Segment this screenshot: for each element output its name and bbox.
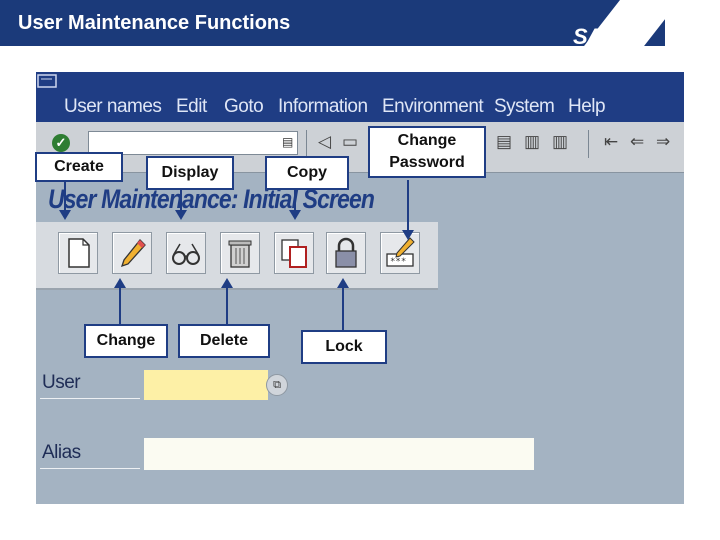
slide-header: User Maintenance Functions SAP	[0, 0, 720, 50]
user-label: User	[42, 372, 81, 393]
command-history-icon[interactable]: ▤	[282, 135, 293, 149]
callout-lock: Lock	[301, 330, 387, 364]
create-icon	[68, 238, 90, 268]
callout-display-line	[180, 188, 182, 212]
svg-text:***: ***	[390, 257, 406, 267]
callout-create-line	[64, 180, 66, 212]
user-input[interactable]	[144, 370, 268, 400]
menu-user-names[interactable]: User names	[64, 96, 162, 118]
enter-check-icon[interactable]: ✓	[52, 134, 70, 152]
standard-toolbar: ✓ ▤ ◁ ▭ ▤ ▥ ▥ ⇤ ⇐ ⇒	[36, 122, 684, 173]
callout-copy-arrow	[289, 210, 301, 220]
callout-change-password-line	[407, 180, 409, 232]
first-page-icon[interactable]: ⇤	[604, 132, 618, 152]
user-underline	[40, 398, 140, 399]
user-value-help-icon[interactable]: ⧉	[266, 374, 288, 396]
toolbar-separator	[306, 130, 307, 158]
find-next-icon[interactable]: ▥	[552, 132, 568, 152]
alias-label: Alias	[42, 442, 81, 463]
slide-title: User Maintenance Functions	[18, 12, 291, 34]
callout-lock-line	[342, 288, 344, 330]
back-icon[interactable]: ◁	[318, 132, 331, 152]
callout-display-arrow	[175, 210, 187, 220]
alias-input[interactable]	[144, 438, 534, 470]
sap-window: User names Edit Goto Information Environ…	[36, 72, 684, 504]
next-page-icon[interactable]: ⇒	[656, 132, 670, 152]
callout-create-arrow	[59, 210, 71, 220]
callout-lock-arrow	[337, 278, 349, 288]
callout-change-line	[119, 288, 121, 324]
menu-information[interactable]: Information	[278, 96, 368, 118]
application-toolbar: ***	[36, 222, 438, 290]
save-icon[interactable]: ▭	[342, 132, 358, 152]
callout-change-arrow	[114, 278, 126, 288]
delete-button[interactable]	[220, 232, 260, 274]
print-icon[interactable]: ▤	[496, 132, 512, 152]
callout-change-password-line2: Password	[389, 154, 465, 171]
menu-bar: User names Edit Goto Information Environ…	[36, 72, 684, 122]
sap-logo: SAP	[573, 24, 616, 49]
callout-copy-line	[294, 188, 296, 212]
find-icon[interactable]: ▥	[524, 132, 540, 152]
change-password-button[interactable]: ***	[380, 232, 420, 274]
window-menu-icon[interactable]	[36, 72, 64, 90]
toolbar-separator-2	[588, 130, 589, 158]
menu-goto[interactable]: Goto	[224, 96, 264, 118]
change-pencil-icon	[120, 239, 146, 268]
alias-underline	[40, 468, 140, 469]
delete-trash-icon	[228, 240, 252, 268]
callout-change-password: Change Password	[368, 126, 486, 178]
display-glasses-icon	[172, 243, 200, 265]
copy-icon	[281, 239, 307, 268]
menu-environment[interactable]: Environment	[382, 96, 484, 118]
change-button[interactable]	[112, 232, 152, 274]
menu-system[interactable]: System	[494, 96, 555, 118]
callout-delete-line	[226, 288, 228, 324]
lock-icon	[335, 237, 357, 268]
change-password-icon: ***	[386, 237, 415, 267]
callout-display: Display	[146, 156, 234, 190]
menu-help[interactable]: Help	[568, 96, 606, 118]
prev-page-icon[interactable]: ⇐	[630, 132, 644, 152]
create-button[interactable]	[58, 232, 98, 274]
callout-change: Change	[84, 324, 168, 358]
display-button[interactable]	[166, 232, 206, 274]
callout-delete: Delete	[178, 324, 270, 358]
menu-edit[interactable]: Edit	[176, 96, 207, 118]
callout-delete-arrow	[221, 278, 233, 288]
lock-button[interactable]	[326, 232, 366, 274]
callout-copy: Copy	[265, 156, 349, 190]
callout-change-password-line1: Change	[397, 132, 457, 149]
callout-change-password-arrow	[402, 230, 414, 240]
callout-create: Create	[35, 152, 123, 182]
copy-button[interactable]	[274, 232, 314, 274]
